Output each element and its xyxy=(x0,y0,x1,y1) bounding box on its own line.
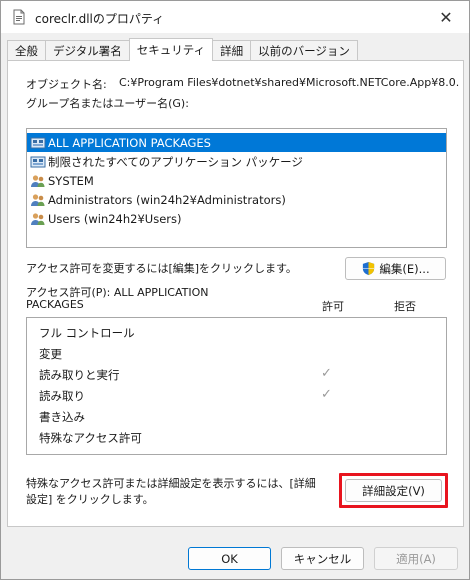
tab-details[interactable]: 詳細 xyxy=(213,40,251,61)
cancel-button[interactable]: キャンセル xyxy=(281,547,364,570)
edit-button-label: 編集(E)... xyxy=(379,261,430,276)
group-name: ALL APPLICATION PACKAGES xyxy=(48,135,211,150)
cancel-button-label: キャンセル xyxy=(293,551,352,566)
permission-label: フル コントロール xyxy=(39,326,135,340)
package-group-icon xyxy=(30,156,46,167)
ok-button[interactable]: OK xyxy=(188,547,271,570)
list-item[interactable]: SYSTEM xyxy=(27,171,94,190)
window-title: coreclr.dllのプロパティ xyxy=(35,12,165,26)
allow-check-icon: ✓ xyxy=(321,366,332,381)
groups-label: グループ名またはユーザー名(G): xyxy=(26,97,189,110)
allow-column-header: 許可 xyxy=(322,300,344,313)
table-row: フル コントロール xyxy=(27,322,446,342)
advanced-hint: 特殊なアクセス許可または詳細設定を表示するには、[詳細 xyxy=(26,477,316,490)
package-group-icon xyxy=(30,137,46,148)
table-row: 書き込み xyxy=(27,406,446,426)
list-item[interactable]: ALL APPLICATION PACKAGES xyxy=(27,133,446,152)
table-row: 特殊なアクセス許可 xyxy=(27,427,446,447)
edit-button[interactable]: 編集(E)... xyxy=(345,257,446,280)
advanced-button[interactable]: 詳細設定(V) xyxy=(345,479,442,502)
apply-button-label: 適用(A) xyxy=(396,551,436,566)
shield-icon xyxy=(363,261,375,276)
group-name: Users (win24h2¥Users) xyxy=(48,211,182,226)
group-name: 制限されたすべてのアプリケーション パッケージ xyxy=(48,154,303,169)
allow-check-icon: ✓ xyxy=(321,387,332,402)
permissions-list: フル コントロール 変更 読み取りと実行 ✓ 読み取り ✓ 書き込み 特殊なアク… xyxy=(26,317,447,455)
object-name-label: オブジェクト名: xyxy=(26,78,107,91)
close-button[interactable]: ✕ xyxy=(423,1,469,33)
edit-hint: アクセス許可を変更するには[編集]をクリックします。 xyxy=(26,262,297,275)
table-row: 読み取り ✓ xyxy=(27,385,446,405)
users-icon xyxy=(31,193,45,206)
users-icon xyxy=(31,174,45,187)
ok-button-label: OK xyxy=(221,551,238,566)
tab-security[interactable]: セキュリティ xyxy=(128,38,214,61)
permission-label: 変更 xyxy=(39,347,62,361)
tab-previous-versions[interactable]: 以前のバージョン xyxy=(250,40,358,61)
properties-dialog: coreclr.dllのプロパティ ✕ 全般 デジタル署名 セキュリティ 詳細 … xyxy=(0,0,470,580)
deny-column-header: 拒否 xyxy=(394,300,416,313)
group-name: Administrators (win24h2¥Administrators) xyxy=(48,192,286,207)
tab-strip: 全般 デジタル署名 セキュリティ 詳細 以前のバージョン xyxy=(7,38,358,61)
title-bar: coreclr.dllのプロパティ ✕ xyxy=(1,1,469,33)
table-row: 変更 xyxy=(27,343,446,363)
permission-label: 特殊なアクセス許可 xyxy=(39,431,142,445)
file-icon xyxy=(13,9,25,25)
close-icon: ✕ xyxy=(439,7,453,27)
groups-list[interactable]: ALL APPLICATION PACKAGES 制限されたすべてのアプリケーシ… xyxy=(26,128,447,248)
security-panel: オブジェクト名: C:¥Program Files¥dotnet¥shared¥… xyxy=(7,60,464,527)
tab-general[interactable]: 全般 xyxy=(7,40,45,61)
users-icon xyxy=(31,212,45,225)
list-item[interactable]: 制限されたすべてのアプリケーション パッケージ xyxy=(27,152,303,171)
advanced-hint-cont: 設定] をクリックします。 xyxy=(26,493,154,506)
table-row: 読み取りと実行 ✓ xyxy=(27,364,446,384)
permission-label: 書き込み xyxy=(39,410,85,424)
group-name: SYSTEM xyxy=(48,173,94,188)
list-item[interactable]: Users (win24h2¥Users) xyxy=(27,209,181,228)
permission-label: 読み取り xyxy=(39,389,85,403)
object-name-value: C:¥Program Files¥dotnet¥shared¥Microsoft… xyxy=(119,76,459,89)
permissions-title-cont: PACKAGES xyxy=(26,298,84,311)
advanced-button-label: 詳細設定(V) xyxy=(362,483,425,498)
tab-digital-signatures[interactable]: デジタル署名 xyxy=(45,40,129,61)
permission-label: 読み取りと実行 xyxy=(39,368,120,382)
apply-button[interactable]: 適用(A) xyxy=(374,547,458,570)
list-item[interactable]: Administrators (win24h2¥Administrators) xyxy=(27,190,286,209)
